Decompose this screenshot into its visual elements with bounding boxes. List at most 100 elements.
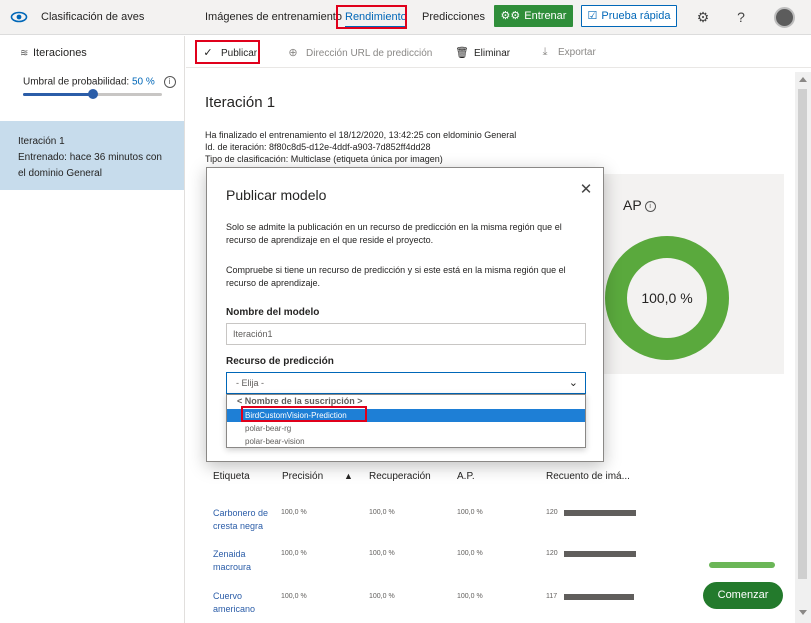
delete-label: Eliminar — [474, 48, 511, 59]
close-icon[interactable]: ✕ — [579, 182, 593, 197]
scrollbar[interactable] — [795, 72, 811, 623]
prediction-resource-selected: - Elija - — [236, 378, 265, 388]
precision-cell: 100,0 % — [281, 509, 307, 516]
threshold-value: 50 % — [131, 76, 155, 88]
scroll-down-icon[interactable] — [799, 610, 807, 615]
meta-line-1: Ha finalizado el entrenamiento el 18/12/… — [205, 130, 485, 140]
sidebar: ≋ Iteraciones Umbral de probabilidad: 50 … — [0, 36, 185, 623]
model-name-label: Nombre del modelo — [226, 307, 320, 318]
threshold-label: Umbral de probabilidad: 50 % i — [23, 76, 176, 88]
delete-button[interactable]: 🗑 Eliminar — [455, 46, 510, 59]
quick-test-button[interactable]: ☑ Prueba rápida — [581, 5, 677, 27]
recall-cell: 100,0 % — [369, 509, 395, 516]
sort-up-icon[interactable]: ▲ — [344, 471, 353, 481]
prediction-resource-label: Recurso de predicción — [226, 356, 334, 367]
count-cell: 120 — [546, 509, 558, 516]
scroll-thumb[interactable] — [798, 89, 807, 579]
iteration-item-trained-1: Entrenado: hace 36 minutos con — [18, 152, 162, 163]
help-icon[interactable]: ? — [733, 9, 749, 25]
checkbox-icon: ☑ — [587, 10, 598, 22]
prediction-url-label: Dirección URL de predicción — [306, 48, 433, 59]
tag-name-line-2: cresta negra — [213, 521, 264, 531]
quick-test-label: Prueba rápida — [601, 10, 671, 22]
column-header-image-count[interactable]: Recuento de imá... — [546, 471, 630, 482]
eye-icon — [10, 11, 28, 23]
start-button[interactable]: Comenzar — [703, 582, 783, 609]
top-bar: Clasificación de aves Imágenes de entren… — [0, 0, 811, 35]
count-bar — [564, 594, 635, 600]
tag-name-line-1: Carbonero de — [213, 508, 269, 518]
meta-line-3: Tipo de clasificación: — [205, 154, 291, 164]
train-label: Entrenar — [524, 10, 567, 22]
threshold-label-text: Umbral de probabilidad: — [23, 76, 130, 88]
model-name-field[interactable] — [226, 323, 586, 345]
app-title: Clasificación de aves — [41, 11, 145, 23]
info-icon[interactable]: i — [163, 76, 176, 88]
meta-iteration-id: 8f80c8d5-d12e-4ddf-a903-7d852ff4dd28 — [269, 142, 431, 152]
prediction-resource-select[interactable]: - Elija - ⌄ — [226, 372, 586, 394]
threshold-slider-thumb[interactable] — [87, 89, 98, 99]
count-bar — [564, 551, 636, 557]
tab-training-images[interactable]: Imágenes de entrenamiento — [205, 11, 342, 23]
count-cell: 120 — [546, 550, 558, 557]
gear-icon[interactable]: ⚙ — [695, 9, 711, 25]
highlight-option-birdcustomvision — [241, 406, 367, 422]
ap-title: AP i — [623, 197, 656, 213]
tag-name-line-2: americano — [213, 604, 256, 614]
meta-classification: Multiclase (etiqueta única por imagen) — [290, 154, 443, 164]
avatar[interactable] — [774, 7, 795, 28]
paragraph-1-line-2: recurso de aprendizaje en el que reside … — [226, 235, 434, 245]
paragraph-2-line-1: Compruebe si tiene un recurso de predicc… — [226, 265, 566, 275]
trash-icon: 🗑 — [455, 47, 469, 59]
prediction-url-button[interactable]: ⊕ Dirección URL de predicción — [287, 46, 432, 59]
publish-model-dialog: Publicar modelo ✕ Solo se admite la publ… — [206, 167, 604, 462]
threshold-slider[interactable] — [23, 89, 162, 99]
ap-title-label: AP — [623, 197, 642, 213]
paragraph-2-line-2: recurso de aprendizaje. — [226, 278, 321, 288]
dropdown-group-header: < Nombre de la suscripción > — [237, 396, 363, 406]
iterations-heading-label: Iteraciones — [33, 47, 87, 59]
layers-icon: ≋ — [20, 48, 29, 59]
tag-name-line-2: macroura — [213, 562, 252, 572]
gears-icon: ⚙⚙ — [500, 10, 521, 22]
meta-line-2: Id. de iteración: — [205, 142, 270, 152]
dropdown-option[interactable]: polar-bear-rg — [227, 422, 585, 435]
ap-cell: 100,0 % — [457, 593, 483, 600]
iterations-heading: ≋ Iteraciones — [20, 47, 87, 59]
recall-cell: 100,0 % — [369, 593, 395, 600]
tab-predictions[interactable]: Predicciones — [422, 11, 485, 23]
tag-link[interactable]: Zenaida macroura — [213, 548, 278, 574]
count-cell: 117 — [546, 593, 558, 600]
tag-name-line-1: Cuervo — [213, 591, 243, 601]
dialog-paragraph-1: Solo se admite la publicación en un recu… — [226, 221, 581, 247]
paragraph-1-line-1: Solo se admite la publicación en un recu… — [226, 222, 562, 232]
page-title: Iteración 1 — [205, 94, 276, 111]
column-header-tag[interactable]: Etiqueta — [213, 471, 250, 482]
chevron-down-icon[interactable]: ⌄ — [569, 376, 578, 389]
ap-value: 100,0 % — [641, 290, 693, 306]
column-header-precision[interactable]: Precisión — [282, 471, 323, 482]
highlight-publish-button — [195, 40, 260, 64]
progress-pill — [709, 562, 775, 568]
dialog-paragraph-2: Compruebe si tiene un recurso de predicc… — [226, 264, 581, 290]
count-bar — [564, 510, 636, 516]
ap-cell: 100,0 % — [457, 550, 483, 557]
highlight-performance-tab — [336, 5, 407, 29]
sidebar-item-iteration-1[interactable]: Iteración 1 Entrenado: hace 36 minutos c… — [0, 121, 184, 190]
info-icon[interactable]: i — [644, 200, 656, 212]
tag-link[interactable]: Carbonero de cresta negra — [213, 507, 278, 533]
scroll-up-icon[interactable] — [799, 77, 807, 82]
iteration-item-trained-2: el dominio General — [18, 168, 102, 179]
iteration-item-name: Iteración 1 — [18, 136, 65, 147]
export-label: Exportar — [558, 47, 596, 58]
iteration-meta: Ha finalizado el entrenamiento el 18/12/… — [205, 129, 516, 165]
tag-link[interactable]: Cuervo americano — [213, 590, 278, 616]
precision-cell: 100,0 % — [281, 593, 307, 600]
ap-cell: 100,0 % — [457, 509, 483, 516]
export-button[interactable]: ⤓ Exportar — [539, 46, 596, 59]
train-button[interactable]: ⚙⚙ Entrenar — [494, 5, 573, 27]
download-icon: ⤓ — [542, 46, 548, 58]
column-header-recall[interactable]: Recuperación — [369, 471, 431, 482]
dropdown-option[interactable]: polar-bear-vision — [227, 435, 585, 448]
column-header-ap[interactable]: A.P. — [457, 471, 475, 482]
